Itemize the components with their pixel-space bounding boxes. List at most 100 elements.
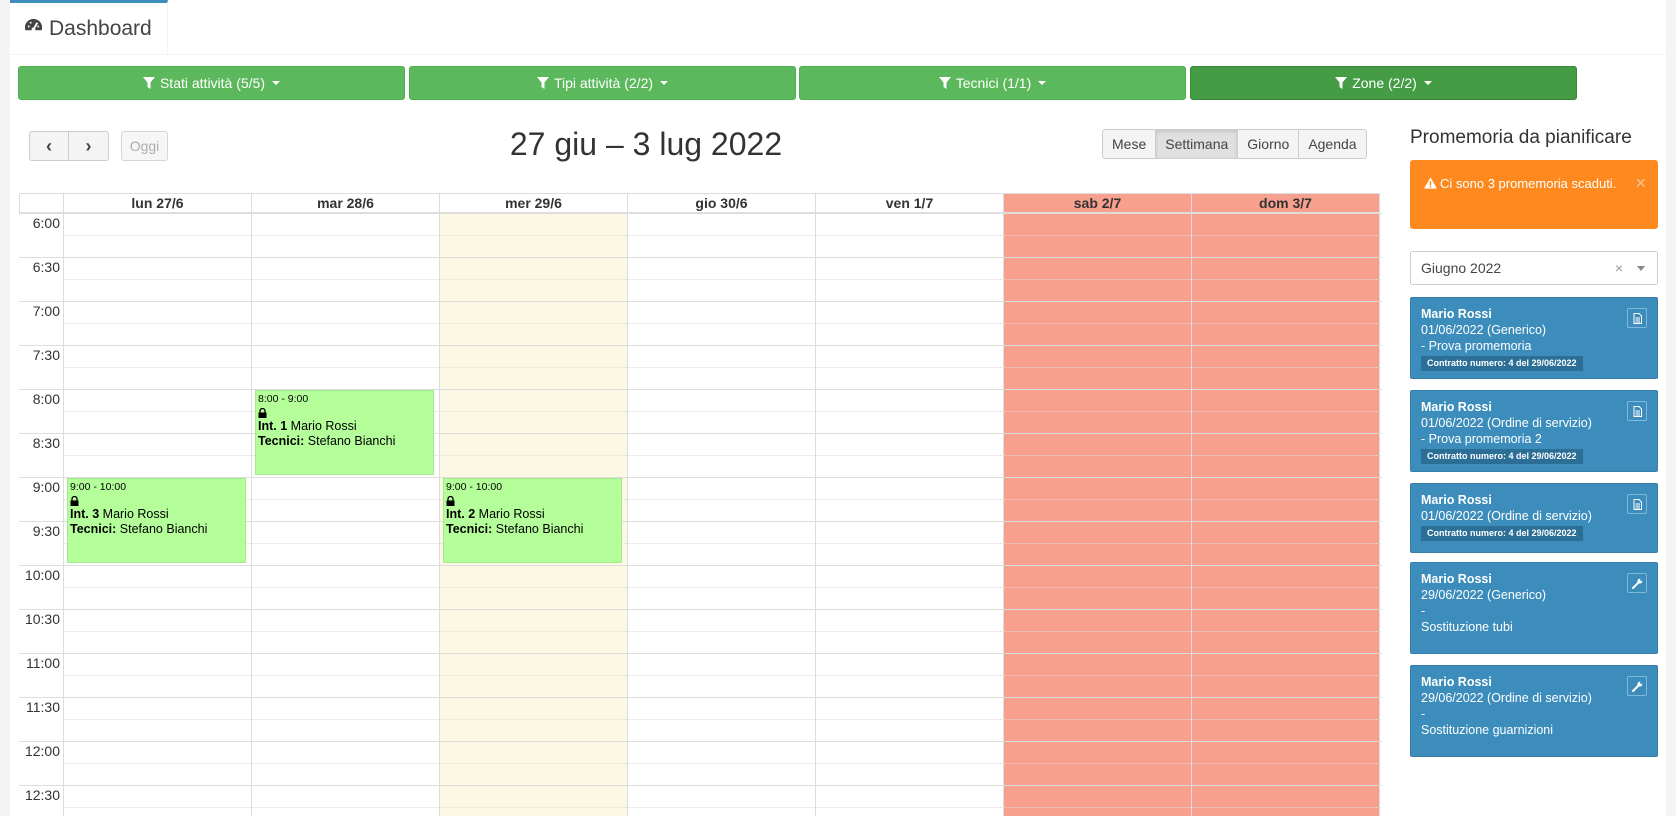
document-icon[interactable]: [1627, 494, 1647, 514]
slot-line: [64, 499, 1382, 500]
dashboard-panel: Dashboard Stati attività (5/5) Tipi attiv…: [10, 0, 1666, 816]
reminder-date: 01/06/2022 (Ordine di servizio): [1421, 509, 1592, 523]
reminder-client: Mario Rossi: [1421, 400, 1492, 414]
view-button-settimana[interactable]: Settimana: [1156, 129, 1239, 159]
slot-line: [64, 323, 1382, 324]
view-switcher: Mese Settimana Giorno Agenda: [1102, 129, 1367, 159]
event-tech-name: Stefano Bianchi: [495, 522, 584, 536]
slot-line: [19, 301, 1382, 302]
day-header: sab 2/7: [1004, 193, 1192, 213]
slot-line: [19, 741, 1382, 742]
slot-line: [19, 785, 1382, 786]
close-icon[interactable]: ×: [1635, 173, 1646, 193]
filter-button[interactable]: Stati attività (5/5): [18, 66, 405, 100]
slot-line: [19, 653, 1382, 654]
filter-icon: [142, 77, 155, 89]
day-header: gio 30/6: [628, 193, 816, 213]
filter-button[interactable]: Zone (2/2): [1190, 66, 1577, 100]
reminder-note: Sostituzione guarnizioni: [1421, 723, 1554, 737]
time-label: 8:30: [32, 435, 60, 451]
event-time: 8:00 - 9:00: [258, 393, 309, 405]
day-column[interactable]: [628, 213, 816, 816]
alert-text: Ci sono 3 promemoria scaduti.: [1440, 176, 1617, 191]
day-column[interactable]: [816, 213, 1004, 816]
day-column[interactable]: [252, 213, 440, 816]
filter-button[interactable]: Tipi attività (2/2): [409, 66, 796, 100]
reminder-client: Mario Rossi: [1421, 493, 1492, 507]
view-button-mese[interactable]: Mese: [1102, 129, 1157, 159]
caret-down-icon: [1038, 81, 1047, 85]
slot-line: [64, 587, 1382, 588]
reminder-date: 01/06/2022 (Generico): [1421, 323, 1547, 337]
reminder-desc: - Prova promemoria 2: [1421, 432, 1542, 446]
slot-line: [64, 367, 1382, 368]
reminder-date: 29/06/2022 (Generico): [1421, 588, 1547, 602]
event-tech: Tecnici: Stefano Bianchi: [446, 522, 619, 537]
time-label: 12:00: [24, 743, 60, 759]
wrench-icon[interactable]: [1627, 676, 1647, 696]
warning-icon: [1424, 177, 1437, 189]
day-header: mar 28/6: [252, 193, 440, 213]
chevron-down-icon[interactable]: [1637, 266, 1645, 271]
filter-label: Tecnici (1/1): [955, 75, 1032, 91]
event-int: Int. 2: [446, 507, 476, 521]
wrench-icon[interactable]: [1627, 573, 1647, 593]
month-select[interactable]: Giugno 2022 ×: [1410, 251, 1658, 285]
reminder-card[interactable]: Mario Rossi 01/06/2022 (Ordine di servizi…: [1410, 390, 1658, 472]
month-value: Giugno 2022: [1421, 260, 1502, 276]
time-label: 12:30: [24, 787, 60, 803]
filter-label: Tipi attività (2/2): [553, 75, 654, 91]
view-button-agenda[interactable]: Agenda: [1299, 129, 1367, 159]
event-client: Mario Rossi: [478, 507, 545, 521]
reminder-card[interactable]: Mario Rossi 01/06/2022 (Ordine di servizi…: [1410, 483, 1658, 553]
event-tech: Tecnici: Stefano Bianchi: [70, 522, 243, 537]
calendar-event[interactable]: 9:00 - 10:00 Int. 3 Mario Rossi Tecnici: S…: [67, 478, 246, 563]
slot-line: [19, 213, 1382, 214]
filter-icon: [1335, 77, 1348, 89]
slot-line: [64, 719, 1382, 720]
clear-icon[interactable]: ×: [1615, 252, 1623, 284]
event-title: Int. 2 Mario Rossi: [446, 507, 619, 522]
expired-alert: Ci sono 3 promemoria scaduti. ×: [1410, 160, 1658, 229]
event-tech-label: Tecnici:: [258, 434, 305, 448]
filter-icon: [536, 77, 549, 89]
time-header: [19, 193, 64, 213]
filter-button[interactable]: Tecnici (1/1): [799, 66, 1186, 100]
day-column[interactable]: [1192, 213, 1380, 816]
lock-icon: [258, 408, 267, 418]
calendar-event[interactable]: 9:00 - 10:00 Int. 2 Mario Rossi Tecnici: S…: [443, 478, 622, 563]
day-header: lun 27/6: [64, 193, 252, 213]
contract-badge: Contratto numero: 4 del 29/06/2022: [1421, 449, 1583, 464]
calendar-event[interactable]: 8:00 - 9:00 Int. 1 Mario Rossi Tecnici: St…: [255, 390, 434, 475]
slot-line: [64, 631, 1382, 632]
event-tech-name: Stefano Bianchi: [307, 434, 396, 448]
day-column[interactable]: [1004, 213, 1192, 816]
reminder-date: 29/06/2022 (Ordine di servizio): [1421, 691, 1592, 705]
reminder-client: Mario Rossi: [1421, 572, 1492, 586]
document-icon[interactable]: [1627, 308, 1647, 328]
reminder-card[interactable]: Mario Rossi 01/06/2022 (Generico) - Prova …: [1410, 297, 1658, 379]
event-int: Int. 3: [70, 507, 100, 521]
event-time: 9:00 - 10:00: [446, 481, 503, 493]
day-header: dom 3/7: [1192, 193, 1380, 213]
tab-bar: Dashboard: [10, 0, 1666, 55]
event-client: Mario Rossi: [290, 419, 357, 433]
filter-icon: [938, 77, 951, 89]
slot-line: [19, 345, 1382, 346]
document-icon[interactable]: [1627, 401, 1647, 421]
view-button-giorno[interactable]: Giorno: [1238, 129, 1300, 159]
tab-dashboard[interactable]: Dashboard: [10, 0, 168, 55]
slot-line: [64, 543, 1382, 544]
event-tech-label: Tecnici:: [446, 522, 493, 536]
time-label: 11:30: [26, 699, 60, 715]
slot-line: [19, 609, 1382, 610]
day-header: ven 1/7: [816, 193, 1004, 213]
time-label: 11:00: [26, 655, 60, 671]
caret-down-icon: [272, 81, 281, 85]
event-tech: Tecnici: Stefano Bianchi: [258, 434, 431, 449]
time-label: 8:00: [32, 391, 60, 407]
calendar-title: 27 giu – 3 lug 2022: [509, 126, 783, 162]
reminder-note: Sostituzione tubi: [1421, 620, 1513, 634]
reminder-card[interactable]: Mario Rossi 29/06/2022 (Ordine di servizi…: [1410, 665, 1658, 757]
reminder-card[interactable]: Mario Rossi 29/06/2022 (Generico) - Sostitu…: [1410, 562, 1658, 654]
